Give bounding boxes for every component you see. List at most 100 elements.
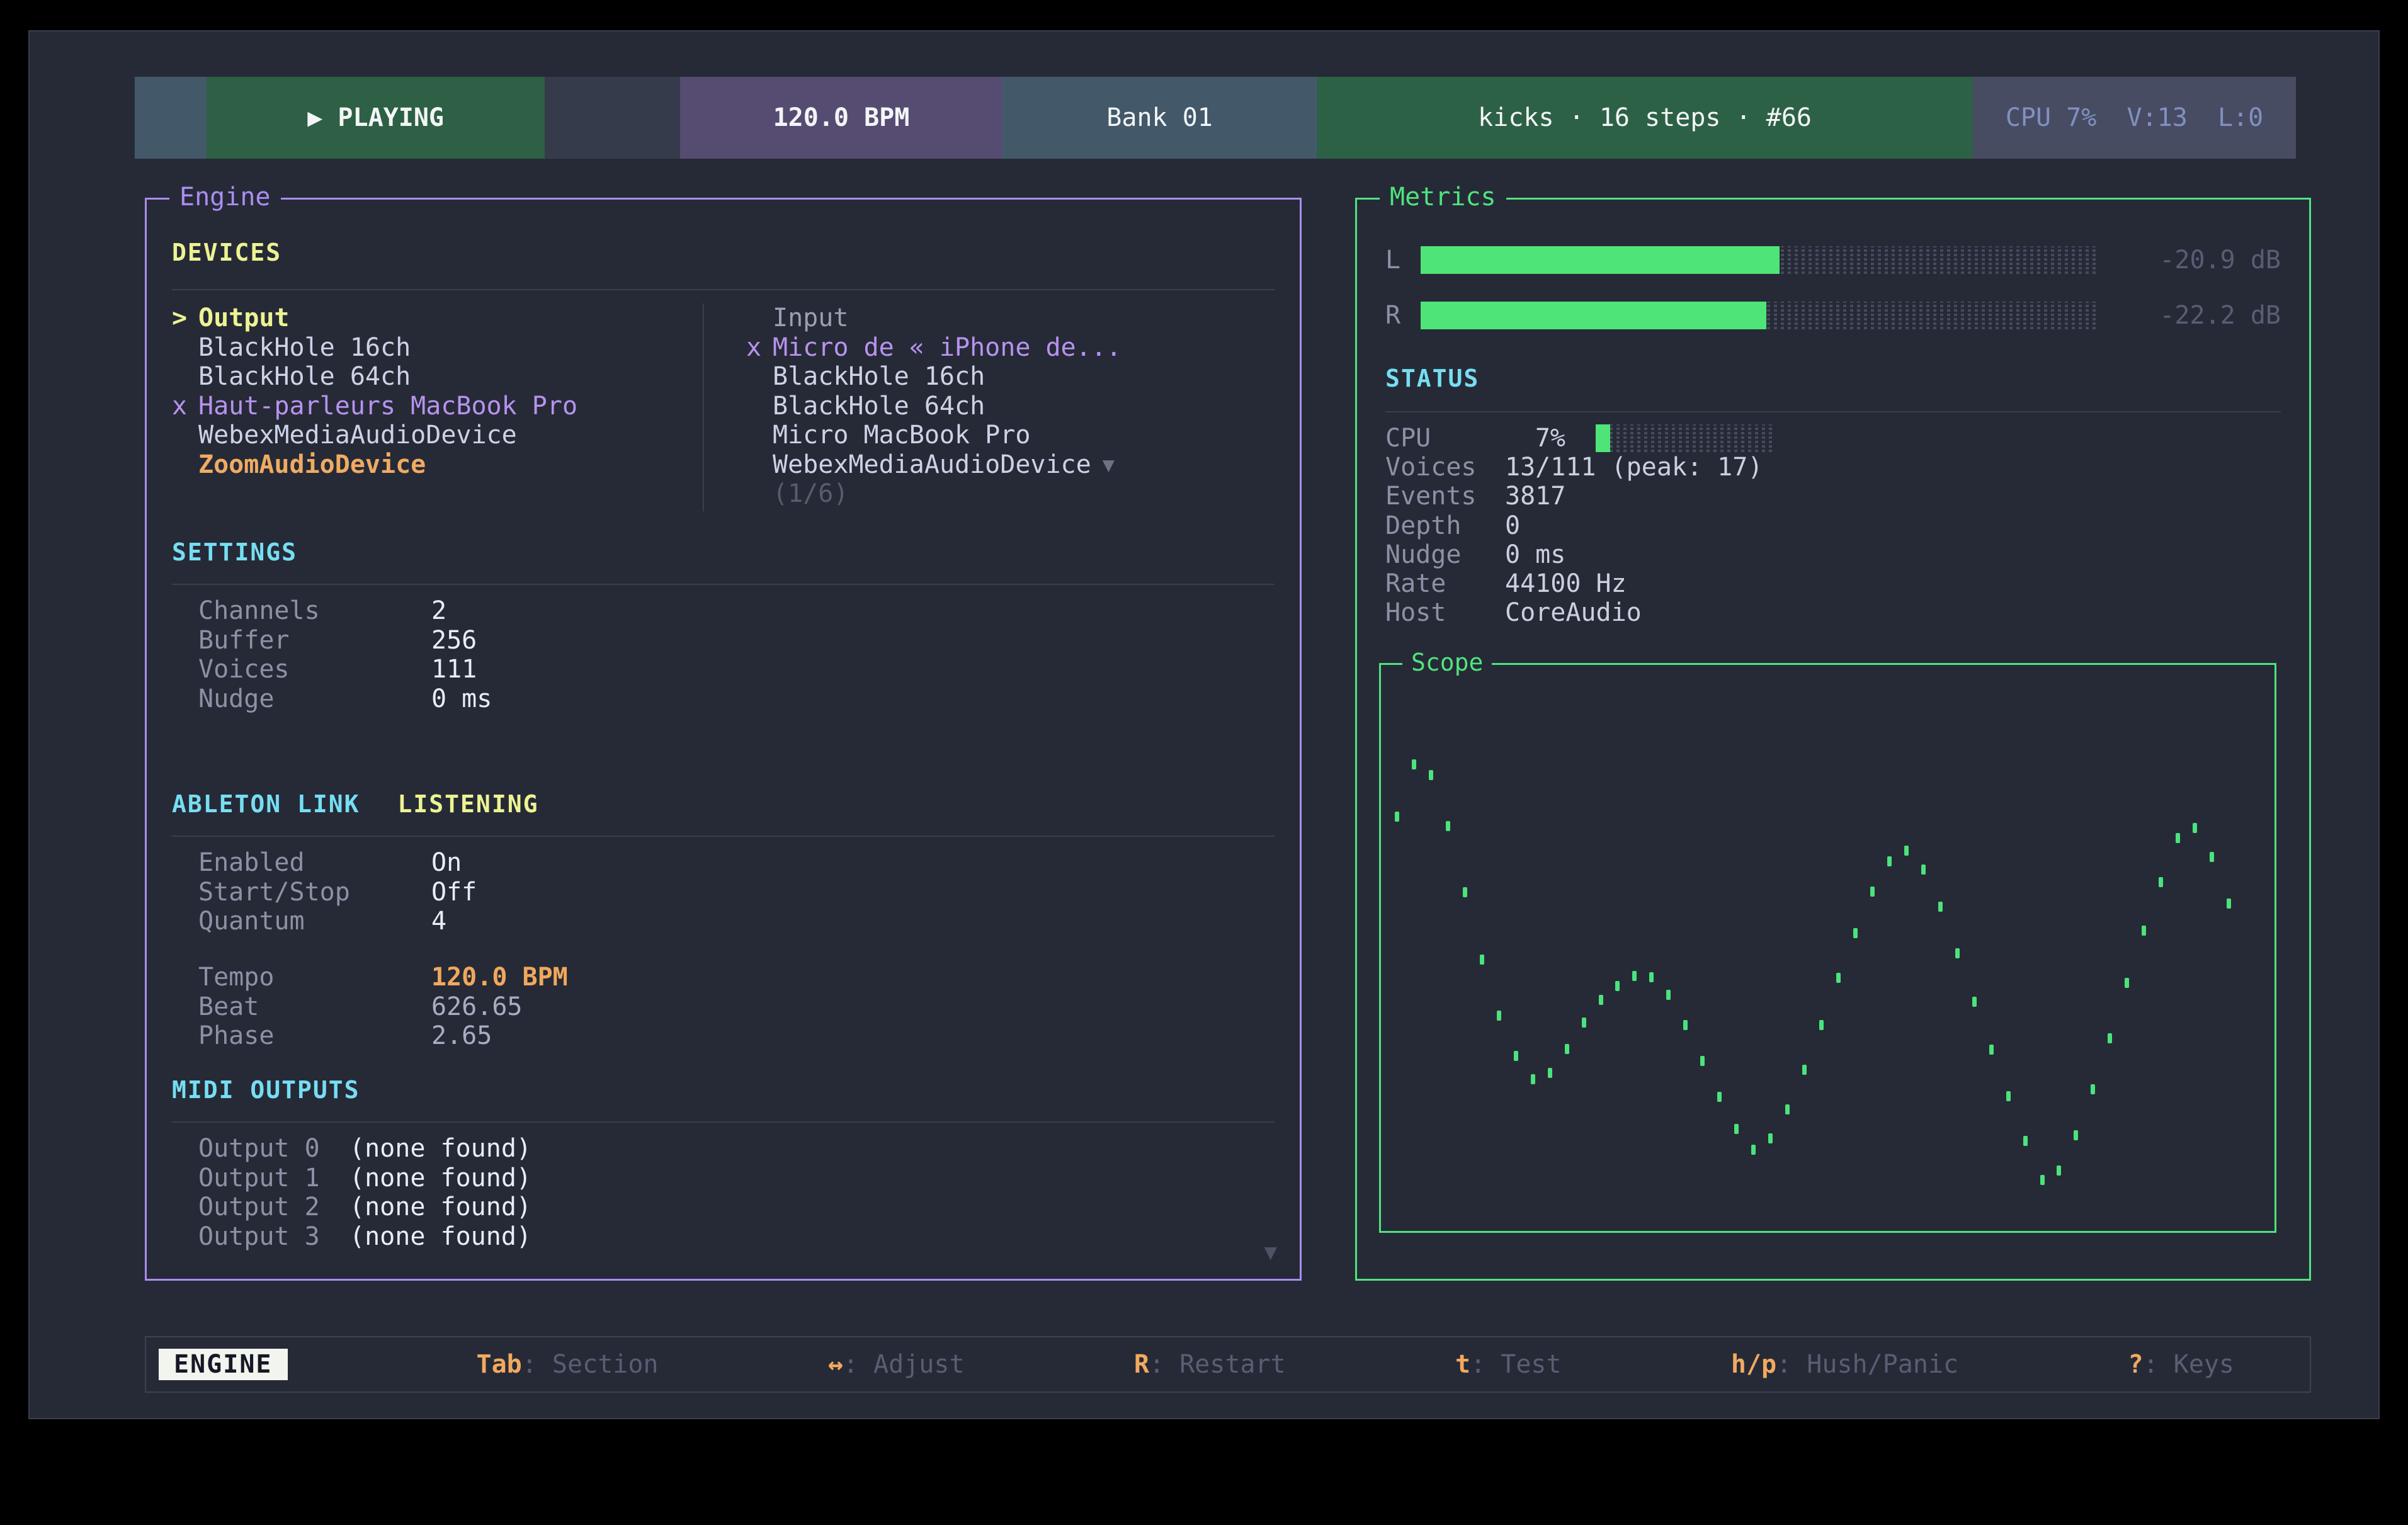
scope-sample-dot (2125, 978, 2129, 988)
setting-row[interactable]: Output 3(none found) (172, 1222, 1275, 1252)
status-row: Voices13/111 (peak: 17) (1385, 453, 2281, 482)
device-label: Haut-parleurs MacBook Pro (198, 392, 577, 421)
device-row[interactable]: BlackHole 16ch (172, 333, 703, 363)
hint-label: : Section (522, 1350, 659, 1379)
status-label: Nudge (1385, 540, 1505, 569)
scope-sample-dot (2176, 833, 2180, 843)
device-row[interactable]: xMicro de « iPhone de... (746, 333, 1275, 363)
setting-label: Enabled (198, 848, 431, 878)
setting-row[interactable]: Phase2.65 (172, 1021, 1275, 1051)
device-row[interactable]: xHaut-parleurs MacBook Pro (172, 392, 703, 421)
scope-sample-dot (1395, 812, 1399, 822)
cpu-gauge-fill (1596, 424, 1610, 452)
setting-row[interactable]: Channels2 (172, 596, 1275, 626)
setting-value: 111 (431, 655, 477, 684)
scope-sample-dot (2142, 926, 2146, 936)
device-row[interactable]: BlackHole 64ch (746, 392, 1275, 421)
divider (172, 289, 1275, 290)
device-state-mark: x (172, 392, 198, 421)
setting-value: 4 (431, 907, 446, 936)
scope-sample-dot (1666, 990, 1671, 1000)
scope-sample-dot (1989, 1045, 1994, 1055)
setting-row[interactable]: Output 1(none found) (172, 1164, 1275, 1193)
top-bar-left-segment (135, 77, 207, 159)
setting-row[interactable]: Output 0(none found) (172, 1134, 1275, 1164)
setting-row[interactable]: Tempo120.0 BPM (172, 963, 1275, 992)
setting-row[interactable]: EnabledOn (172, 848, 1275, 878)
scope-sample-dot (1751, 1145, 1756, 1155)
hint-key: R (1134, 1350, 1149, 1379)
ableton-tempo-rows: Tempo120.0 BPMBeat626.65Phase2.65 (172, 963, 1275, 1051)
status-row: Rate44100 Hz (1385, 569, 2281, 598)
meter-left-track (1421, 246, 2098, 274)
scope-sample-dot (1615, 981, 1620, 991)
device-row[interactable]: BlackHole 64ch (172, 362, 703, 392)
meter-right: R -22.2 dB (1385, 301, 2281, 330)
transport-status[interactable]: ▶ PLAYING (207, 77, 545, 159)
device-row[interactable]: WebexMediaAudioDevice▼ (746, 450, 1275, 480)
device-label: Micro de « iPhone de... (773, 333, 1122, 363)
input-device-list: Input xMicro de « iPhone de...BlackHole … (703, 303, 1275, 511)
dropdown-arrow-icon[interactable]: ▼ (1103, 450, 1115, 480)
device-row[interactable]: Micro MacBook Pro (746, 421, 1275, 450)
device-row[interactable]: BlackHole 16ch (746, 362, 1275, 392)
hint-key: ↔ (828, 1350, 843, 1379)
hint-label: : Restart (1149, 1350, 1286, 1379)
scope-sample-dot (2074, 1130, 2078, 1140)
device-row[interactable]: ZoomAudioDevice (172, 450, 703, 480)
status-row: Depth0 (1385, 511, 2281, 540)
setting-label: Nudge (198, 684, 431, 714)
scope-sample-dot (1565, 1044, 1569, 1054)
key-hint: ↔: Adjust (828, 1350, 965, 1379)
scope-sample-dot (1717, 1092, 1722, 1102)
setting-label: Channels (198, 596, 431, 626)
tempo-display[interactable]: 120.0 BPM (680, 77, 1003, 159)
scope-sample-dot (1632, 971, 1637, 981)
scope-sample-dot (1599, 995, 1603, 1005)
scope-sample-dot (2210, 852, 2214, 862)
setting-row[interactable]: Start/StopOff (172, 878, 1275, 907)
setting-label: Tempo (198, 963, 431, 992)
divider (1385, 411, 2281, 412)
devices-header: DEVICES (172, 239, 281, 266)
bank-display[interactable]: Bank 01 (1002, 77, 1317, 159)
setting-label: Voices (198, 655, 431, 684)
hint-key: h/p (1731, 1350, 1776, 1379)
key-hints: Tab: Section↔: AdjustR: Restartt: Testh/… (477, 1350, 2235, 1379)
scope-sample-dot (1972, 997, 1977, 1007)
setting-row[interactable]: Output 2(none found) (172, 1193, 1275, 1222)
top-bar-spacer (545, 77, 680, 159)
scope-sample-dot (1649, 972, 1654, 982)
status-row: HostCoreAudio (1385, 598, 2281, 627)
pattern-info[interactable]: kicks · 16 steps · #66 (1317, 77, 1973, 159)
device-label: BlackHole 16ch (198, 333, 411, 363)
status-value: 0 (1505, 511, 1520, 540)
settings-header: SETTINGS (172, 538, 297, 566)
meter-right-track (1421, 302, 2098, 329)
setting-row[interactable]: Quantum4 (172, 907, 1275, 936)
setting-label: Output 2 (198, 1193, 349, 1222)
status-label: Host (1385, 598, 1505, 627)
setting-row[interactable]: Buffer256 (172, 626, 1275, 655)
ableton-rows: EnabledOnStart/StopOffQuantum4 (172, 848, 1275, 936)
output-section-header[interactable]: > Output (172, 303, 703, 333)
setting-row[interactable]: Nudge0 ms (172, 684, 1275, 714)
device-label: BlackHole 64ch (198, 362, 411, 392)
scope-sample-dot (1497, 1011, 1501, 1021)
input-section-header[interactable]: Input (746, 303, 1275, 333)
scope-sample-dot (1802, 1065, 1807, 1075)
setting-row[interactable]: Beat626.65 (172, 992, 1275, 1022)
setting-label: Buffer (198, 626, 431, 655)
setting-row[interactable]: Voices111 (172, 655, 1275, 684)
device-row[interactable]: WebexMediaAudioDevice (172, 421, 703, 450)
scope-sample-dot (1904, 846, 1909, 856)
system-stats: CPU 7% V:13 L:0 (1973, 77, 2296, 159)
scope-sample-dot (1836, 973, 1841, 983)
scroll-down-icon[interactable]: ▼ (1264, 1240, 1277, 1265)
hint-key: Tab (477, 1350, 522, 1379)
device-state-mark (746, 450, 773, 480)
app-window: ▶ PLAYING 120.0 BPM Bank 01 kicks · 16 s… (28, 30, 2380, 1419)
metrics-panel-title: Metrics (1380, 183, 1506, 212)
divider (172, 584, 1275, 585)
input-header-label: Input (773, 303, 848, 333)
